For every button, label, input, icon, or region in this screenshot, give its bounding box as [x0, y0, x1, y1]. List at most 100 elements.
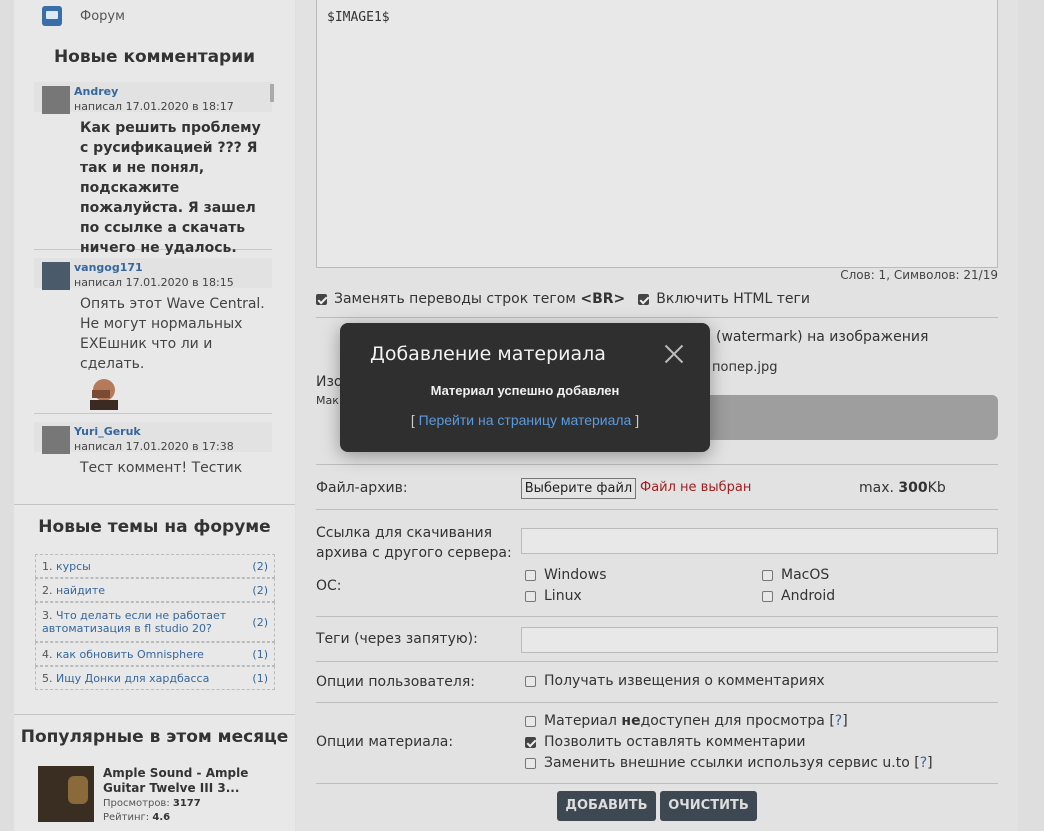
os-windows-option[interactable]: Windows [525, 567, 607, 583]
sidebar-forum-link[interactable]: Форум [42, 6, 125, 26]
topic-count: (2) [252, 583, 268, 597]
image-filename: попер.jpg [712, 360, 778, 375]
topic-link[interactable]: курсы [56, 560, 91, 573]
download-link-label: Ссылка для скачивания архива с другого с… [316, 525, 512, 561]
unavailable-checkbox[interactable] [525, 715, 536, 727]
go-to-material-link[interactable]: Перейти на страницу материала [419, 412, 632, 428]
topic-link[interactable]: Ищу Донки для хардбасса [56, 672, 209, 685]
download-link-input[interactable] [521, 528, 998, 554]
comment-text: Опять этот Wave Central. Не могут нормал… [80, 296, 265, 372]
archive-label: Файл-архив: [316, 480, 408, 496]
replace-br-label: Заменять переводы строк тегом [334, 291, 581, 307]
replace-links-option[interactable]: Заменить внешние ссылки используя сервис… [525, 755, 933, 771]
os-android-option[interactable]: Android [762, 588, 835, 604]
no-file-label: Файл не выбран [640, 480, 752, 495]
close-icon[interactable] [663, 343, 685, 365]
comment-item: Andrey написал 17.01.2020 в 18:17 Как ре… [34, 82, 272, 256]
topic-item[interactable]: 3. Что делать если не работает автоматиз… [35, 602, 275, 642]
replace-links-checkbox[interactable] [525, 757, 536, 769]
popular-thumbnail[interactable] [38, 766, 94, 822]
modal-link-row: [ Перейти на страницу материала ] [410, 412, 640, 428]
success-modal: Добавление материала Материал успешно до… [340, 323, 710, 452]
message-editor[interactable]: $IMAGE1$ [316, 0, 998, 268]
divider [14, 504, 295, 505]
os-label: ОС: [316, 578, 342, 594]
new-comments-title: Новые комментарии [53, 47, 256, 67]
topic-link[interactable]: найдите [56, 584, 105, 597]
allow-comments-checkbox[interactable] [525, 736, 536, 748]
br-tag: <BR> [580, 291, 626, 307]
tags-input[interactable] [521, 627, 998, 653]
popular-item[interactable]: Ample Sound - Ample Guitar Twelve III 3.… [38, 766, 288, 826]
choose-file-button[interactable]: Выберите файл [521, 478, 636, 499]
enable-html-label: Включить HTML теги [656, 291, 810, 307]
popular-views: Просмотров: 3177 [103, 798, 201, 809]
comment-date: написал 17.01.2020 в 18:15 [74, 276, 234, 289]
avatar[interactable] [42, 426, 70, 454]
user-options-label: Опции пользователя: [316, 674, 475, 690]
comment-author[interactable]: Andrey [74, 85, 118, 98]
archive-max-size: max. 300Kb [859, 480, 946, 496]
replace-br-checkbox[interactable] [316, 293, 327, 305]
divider [316, 464, 998, 465]
divider [316, 661, 998, 662]
forum-topics-title: Новые темы на форуме [38, 517, 271, 537]
clear-button[interactable]: ОЧИСТИТЬ [660, 791, 757, 821]
popular-title: Популярные в этом месяце [20, 727, 289, 747]
popular-item-title[interactable]: Ample Sound - Ample Guitar Twelve III 3.… [103, 766, 283, 796]
comment-text: Как решить проблему с русификацией ??? Я… [80, 120, 261, 256]
comment-date: написал 17.01.2020 в 17:38 [74, 440, 234, 453]
comment-author[interactable]: vangog171 [74, 261, 143, 274]
comment-text: Тест коммент! Тестик [80, 460, 243, 476]
modal-title: Добавление материала [370, 343, 606, 365]
divider [316, 616, 998, 617]
editor-content: $IMAGE1$ [327, 10, 390, 25]
notify-option[interactable]: Получать извещения о комментариях [525, 673, 825, 689]
os-linux-checkbox[interactable] [525, 590, 536, 602]
tags-label: Теги (через запятую): [316, 631, 478, 647]
editor-options-row: Заменять переводы строк тегом <BR> Включ… [316, 291, 810, 307]
topic-item[interactable]: 1. курсы (2) [35, 554, 275, 578]
comment-item: vangog171 написал 17.01.2020 в 18:15 Опя… [34, 258, 272, 414]
divider [316, 783, 998, 784]
material-options-label: Опции материала: [316, 734, 454, 750]
topic-count: (1) [252, 647, 268, 661]
divider [316, 317, 998, 318]
comment-author[interactable]: Yuri_Geruk [74, 425, 141, 438]
max-label: Мак [316, 394, 339, 407]
divider [316, 702, 998, 703]
topic-item[interactable]: 2. найдите (2) [35, 578, 275, 602]
comments-list: Andrey написал 17.01.2020 в 18:17 Как ре… [34, 82, 272, 482]
modal-message: Материал успешно добавлен [430, 383, 620, 398]
comment-item: Yuri_Geruk написал 17.01.2020 в 17:38 Те… [34, 422, 272, 482]
topic-item[interactable]: 4. как обновить Omnisphere (1) [35, 642, 275, 666]
add-button[interactable]: ДОБАВИТЬ [557, 791, 656, 821]
avatar[interactable] [42, 262, 70, 290]
enable-html-checkbox[interactable] [638, 293, 650, 305]
watermark-label: (watermark) на изображения [716, 329, 929, 345]
notify-checkbox[interactable] [525, 675, 536, 687]
os-windows-checkbox[interactable] [525, 569, 536, 581]
topic-link[interactable]: как обновить Omnisphere [56, 648, 204, 661]
divider [316, 509, 998, 510]
comments-scrollbar[interactable] [270, 84, 274, 102]
upload-area[interactable] [700, 395, 998, 440]
os-linux-option[interactable]: Linux [525, 588, 582, 604]
topic-count: (2) [252, 615, 268, 629]
forum-topics-list: 1. курсы (2) 2. найдите (2) 3. Что делат… [35, 554, 275, 690]
popular-rating: Рейтинг: 4.6 [103, 812, 171, 823]
topic-count: (1) [252, 671, 268, 685]
allow-comments-option[interactable]: Позволить оставлять комментарии [525, 734, 805, 750]
unavailable-option[interactable]: Материал недоступен для просмотра [?] [525, 713, 848, 729]
topic-count: (2) [252, 559, 268, 573]
topic-link[interactable]: Что делать если не работает автоматизаци… [42, 609, 226, 635]
avatar[interactable] [42, 86, 70, 114]
topic-item[interactable]: 5. Ищу Донки для хардбасса (1) [35, 666, 275, 690]
os-macos-checkbox[interactable] [762, 569, 773, 581]
os-android-checkbox[interactable] [762, 590, 773, 602]
forum-icon [42, 6, 62, 26]
os-macos-option[interactable]: MacOS [762, 567, 829, 583]
char-counter: Слов: 1, Символов: 21/19 [840, 268, 998, 282]
facepalm-emoticon-icon [90, 379, 118, 410]
image-label: Изо [316, 374, 343, 390]
